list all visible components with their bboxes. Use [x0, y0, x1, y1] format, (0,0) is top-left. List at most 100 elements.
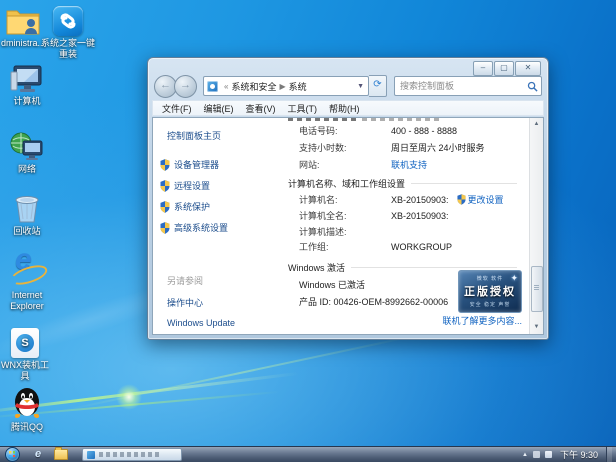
- tray-expand-icon[interactable]: ▲: [522, 452, 528, 458]
- desktop-icon-label: 腾讯QQ: [0, 422, 59, 433]
- taskbar-explorer-icon[interactable]: [54, 449, 68, 460]
- desktop-icon-label: 系统之家一键: [36, 38, 100, 49]
- wnx-install-tool-icon: S: [0, 324, 57, 358]
- sidebar-item-label: 系统保护: [174, 200, 210, 213]
- breadcrumb-system-security[interactable]: 系统和安全: [231, 80, 276, 93]
- menu-view[interactable]: 查看(V): [240, 101, 282, 116]
- badge-main-text: 正版授权: [459, 283, 521, 299]
- desktop-icon-label: Explorer: [0, 301, 59, 312]
- refresh-button[interactable]: ⟳: [369, 75, 387, 97]
- sidebar-item-windows-update[interactable]: Windows Update: [167, 318, 286, 328]
- sidebar-item-remote-settings[interactable]: 远程设置: [160, 179, 286, 192]
- scroll-down-icon[interactable]: ▼: [530, 321, 543, 334]
- system-control-panel-window: ‒ ▢ ✕ ← → « 系统和安全 ▶ 系统 ▼ ⟳: [147, 57, 549, 340]
- control-panel-icon: [207, 81, 218, 92]
- sidebar-item-action-center[interactable]: 操作中心: [167, 296, 286, 309]
- uac-shield-icon: [160, 222, 170, 234]
- sidebar-item-label: 高级系统设置: [174, 221, 228, 234]
- computer-fullname-row: 计算机全名: XB-20150903:: [299, 209, 515, 222]
- breadcrumb-system[interactable]: 系统: [289, 80, 307, 93]
- menu-edit[interactable]: 编辑(E): [198, 101, 240, 116]
- workgroup-row: 工作组: WORKGROUP: [299, 240, 515, 253]
- sidebar-item-system-protection[interactable]: 系统保护: [160, 200, 286, 213]
- see-also-heading: 另请参阅: [167, 274, 286, 287]
- desktop-icon-label: WNX装机工: [0, 360, 57, 371]
- vertical-scrollbar[interactable]: ▲ ▼: [529, 118, 543, 334]
- scroll-up-icon[interactable]: ▲: [530, 118, 543, 131]
- onekey-reinstall-icon: [36, 2, 100, 36]
- navigation-bar: ← → « 系统和安全 ▶ 系统 ▼ ⟳: [154, 74, 542, 98]
- computer-name-row: 计算机名: XB-20150903: 更改设置: [299, 193, 515, 206]
- row-label: 电话号码:: [299, 124, 391, 137]
- row-label: 网站:: [299, 158, 391, 171]
- badge-bottom-text: 安全 稳定 声誉: [459, 301, 521, 308]
- genuine-license-badge[interactable]: 微软 软件 正版授权 安全 稳定 声誉 ✦: [458, 270, 522, 313]
- uac-shield-icon: [160, 159, 170, 171]
- desktop-icon-internet-explorer[interactable]: e Internet Explorer: [0, 254, 59, 312]
- sidebar-item-advanced-system-settings[interactable]: 高级系统设置: [160, 221, 286, 234]
- search-box[interactable]: [394, 76, 542, 96]
- taskbar-ie-icon[interactable]: e: [35, 448, 41, 461]
- activation-status: Windows 已激活: [299, 278, 365, 291]
- computer-description-row: 计算机描述:: [299, 225, 515, 238]
- desktop-icon-tencent-qq[interactable]: 腾讯QQ: [0, 386, 59, 433]
- address-bar[interactable]: « 系统和安全 ▶ 系统 ▼: [203, 76, 369, 96]
- menu-help[interactable]: 帮助(H): [323, 101, 366, 116]
- row-value: 周日至周六 24小时服务: [391, 141, 485, 154]
- qq-penguin-icon: [0, 386, 59, 420]
- support-row-website: 网站: 联机支持: [299, 158, 515, 171]
- search-icon: [527, 81, 538, 92]
- menu-file[interactable]: 文件(F): [156, 101, 198, 116]
- task-window-icon: [87, 451, 95, 459]
- menu-bar: 文件(F) 编辑(E) 查看(V) 工具(T) 帮助(H): [152, 100, 544, 116]
- desktop-icon-recycle-bin[interactable]: 回收站: [0, 190, 59, 237]
- desktop-icon-computer[interactable]: 计算机: [0, 60, 59, 107]
- tray-status-icon[interactable]: [533, 451, 540, 458]
- sidebar-item-control-panel-home[interactable]: 控制面板主页: [167, 129, 286, 142]
- uac-shield-icon: [160, 180, 170, 192]
- change-settings-action[interactable]: 更改设置: [457, 193, 504, 206]
- taskbar: e ▲ 下午 9:30: [0, 446, 616, 462]
- section-rule: [351, 267, 517, 268]
- forward-button[interactable]: →: [174, 75, 197, 98]
- computer-icon: [0, 60, 59, 94]
- address-dropdown-icon[interactable]: ▼: [355, 83, 366, 90]
- desktop-icon-label: 网络: [0, 164, 59, 175]
- tray-flag-icon[interactable]: [545, 451, 552, 458]
- taskbar-clock[interactable]: 下午 9:30: [557, 448, 601, 461]
- task-window-title-fragment: [99, 452, 161, 457]
- row-label: 计算机名:: [299, 193, 391, 206]
- online-support-link[interactable]: 联机支持: [391, 158, 427, 171]
- sidebar-item-label: 设备管理器: [174, 158, 219, 171]
- row-label: 计算机全名:: [299, 209, 391, 222]
- window-client-area: 控制面板主页 设备管理器 远程设置: [152, 117, 544, 335]
- support-row-phone: 电话号码: 400 - 888 - 8888: [299, 124, 515, 137]
- badge-star-icon: ✦: [510, 273, 518, 284]
- row-value: WORKGROUP: [391, 242, 452, 252]
- breadcrumb-collapsed-chevron[interactable]: «: [224, 82, 228, 91]
- support-row-hours: 支持小时数: 周日至周六 24小时服务: [299, 141, 515, 154]
- uac-shield-icon: [457, 194, 466, 205]
- desktop-icon-label: 计算机: [0, 96, 59, 107]
- taskbar-active-window-button[interactable]: [82, 448, 182, 461]
- show-desktop-button[interactable]: [606, 447, 612, 462]
- search-input[interactable]: [398, 80, 527, 92]
- product-id: 产品 ID: 00426-OEM-8992662-00006: [299, 295, 448, 308]
- desktop-icon-wnx-install-tool[interactable]: S WNX装机工 具: [0, 324, 57, 382]
- learn-more-online-link[interactable]: 联机了解更多内容...: [442, 314, 522, 327]
- computer-name-section-header: 计算机名称、域和工作组设置: [288, 177, 517, 190]
- clipped-row-fragment: [288, 118, 358, 121]
- scrollbar-thumb[interactable]: [531, 266, 543, 312]
- sidebar-item-label: 远程设置: [174, 179, 210, 192]
- desktop-icon-network[interactable]: 网络: [0, 128, 59, 175]
- internet-explorer-icon: e: [0, 254, 59, 288]
- menu-tools[interactable]: 工具(T): [282, 101, 324, 116]
- sidebar-item-device-manager[interactable]: 设备管理器: [160, 158, 286, 171]
- desktop-icon-onekey-reinstall[interactable]: 系统之家一键 重装: [36, 2, 100, 60]
- desktop-icon-label: Internet: [0, 290, 59, 301]
- recycle-bin-icon: [0, 190, 59, 224]
- uac-shield-icon: [160, 201, 170, 213]
- change-settings-link[interactable]: 更改设置: [468, 193, 504, 206]
- start-button[interactable]: [5, 447, 20, 462]
- row-value: 400 - 888 - 8888: [391, 126, 457, 136]
